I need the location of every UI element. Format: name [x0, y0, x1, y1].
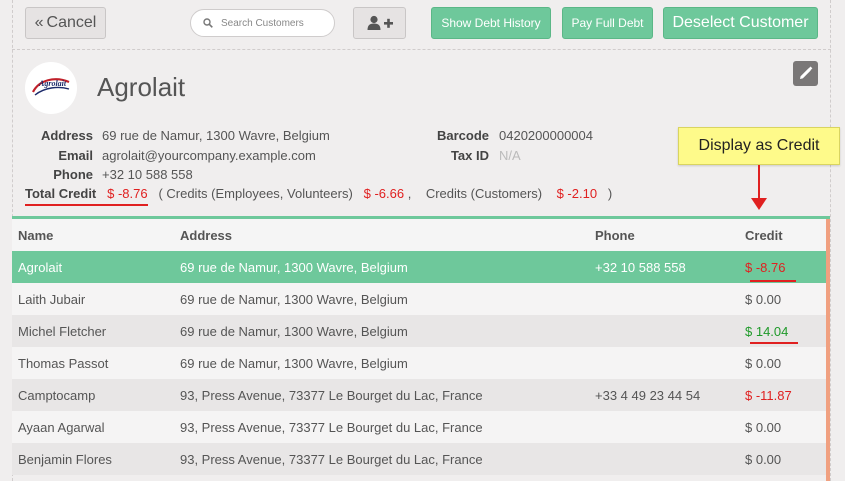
- credits-customers-value: $ -2.10: [556, 186, 598, 201]
- row-name: Laith Jubair: [18, 291, 86, 307]
- row-credit: $ 0.00: [745, 355, 782, 371]
- table-row[interactable]: Thomas Passot 69 rue de Namur, 1300 Wavr…: [12, 347, 826, 379]
- row-address: 69 rue de Namur, 1300 Wavre, Belgium: [180, 259, 408, 275]
- table-row[interactable]: Benjamin Flores 93, Press Avenue, 73377 …: [12, 443, 826, 475]
- phone-value: +32 10 588 558: [102, 167, 193, 182]
- table-row[interactable]: Laith Jubair 69 rue de Namur, 1300 Wavre…: [12, 283, 826, 315]
- row-address: 69 rue de Namur, 1300 Wavre, Belgium: [180, 291, 408, 307]
- toolbar: « Cancel Show Debt History Pay Full Debt…: [0, 0, 845, 48]
- row-credit: $ -11.87: [745, 387, 792, 403]
- search-input[interactable]: [221, 17, 331, 29]
- total-credit-underline: [25, 204, 148, 206]
- svg-text:Agrolait: Agrolait: [38, 79, 67, 88]
- row-address: 69 rue de Namur, 1300 Wavre, Belgium: [180, 323, 408, 339]
- total-credit-label: Total Credit: [25, 186, 97, 201]
- row-name: Michel Fletcher: [18, 323, 107, 339]
- add-user-icon: [367, 15, 393, 30]
- pencil-icon: [800, 66, 813, 79]
- email-value: agrolait@yourcompany.example.com: [102, 148, 316, 163]
- header-credit: Credit: [745, 227, 783, 243]
- row-address: 93, Press Avenue, 73377 Le Bourget du La…: [180, 387, 483, 403]
- row-name: Thomas Passot: [18, 355, 109, 371]
- credits-separator: ,: [407, 186, 412, 201]
- row-credit: $ 14.04: [745, 323, 789, 339]
- phone-label: Phone: [53, 167, 93, 182]
- search-icon: [203, 18, 213, 28]
- callout-arrow-head-icon: [751, 198, 767, 210]
- credits-employees-label: ( Credits (Employees, Volunteers): [158, 186, 353, 201]
- address-label: Address: [40, 128, 93, 143]
- credits-closing-paren: ): [607, 186, 613, 201]
- row-phone: +32 10 588 558: [595, 259, 686, 275]
- cancel-label: Cancel: [46, 14, 97, 31]
- customer-table: Name Address Phone Credit Agrolait 69 ru…: [12, 219, 826, 475]
- edit-customer-button[interactable]: [793, 61, 818, 86]
- header-phone: Phone: [595, 227, 635, 243]
- customer-name: Agrolait: [97, 72, 186, 102]
- row-credit: $ 0.00: [745, 451, 782, 467]
- row-address: 93, Press Avenue, 73377 Le Bourget du La…: [180, 451, 483, 467]
- table-row[interactable]: Michel Fletcher 69 rue de Namur, 1300 Wa…: [12, 315, 826, 347]
- add-customer-button[interactable]: [353, 7, 406, 39]
- table-header: Name Address Phone Credit: [12, 219, 826, 251]
- header-name: Name: [18, 227, 54, 243]
- row-address: 69 rue de Namur, 1300 Wavre, Belgium: [180, 355, 408, 371]
- row-name: Camptocamp: [18, 387, 96, 403]
- pay-full-debt-button[interactable]: Pay Full Debt: [562, 7, 653, 39]
- header-address: Address: [180, 227, 233, 243]
- email-label: Email: [58, 148, 93, 163]
- row-credit: $ -8.76: [745, 259, 786, 275]
- callout-arrow-line: [758, 165, 760, 201]
- taxid-label: Tax ID: [450, 148, 489, 163]
- credits-employees-value: $ -6.66: [363, 186, 405, 201]
- cancel-button[interactable]: « Cancel: [25, 7, 106, 39]
- row-name: Benjamin Flores: [18, 451, 112, 467]
- taxid-value: N/A: [499, 148, 521, 163]
- toolbar-divider: [12, 49, 831, 50]
- row-phone: +33 4 49 23 44 54: [595, 387, 701, 403]
- row-address: 93, Press Avenue, 73377 Le Bourget du La…: [180, 419, 483, 435]
- deselect-customer-button[interactable]: Deselect Customer: [663, 7, 818, 39]
- row-credit: $ 0.00: [745, 419, 782, 435]
- row-credit: $ 0.00: [745, 291, 782, 307]
- search-box[interactable]: [190, 9, 335, 37]
- table-right-border: [826, 219, 830, 481]
- barcode-label: Barcode: [436, 128, 489, 143]
- row-name: Ayaan Agarwal: [18, 419, 105, 435]
- row-name: Agrolait: [18, 259, 63, 275]
- total-credit-value: $ -8.76: [107, 186, 148, 201]
- total-credit-row: Total Credit $ -8.76 ( Credits (Employee…: [25, 186, 612, 201]
- address-value: 69 rue de Namur, 1300 Wavre, Belgium: [102, 128, 330, 143]
- credits-customers-label: Credits (Customers): [425, 186, 543, 201]
- table-row[interactable]: Ayaan Agarwal 93, Press Avenue, 73377 Le…: [12, 411, 826, 443]
- credit-underline-michel: [750, 342, 798, 344]
- table-row[interactable]: Camptocamp 93, Press Avenue, 73377 Le Bo…: [12, 379, 826, 411]
- credit-underline-agrolait: [750, 280, 796, 282]
- table-row[interactable]: Agrolait 69 rue de Namur, 1300 Wavre, Be…: [12, 251, 826, 283]
- barcode-value: 0420200000004: [499, 128, 593, 143]
- show-debt-history-button[interactable]: Show Debt History: [431, 7, 551, 39]
- customer-logo: Agrolait: [25, 62, 77, 114]
- double-chevron-left-icon: «: [34, 14, 44, 31]
- display-as-credit-callout: Display as Credit: [678, 127, 840, 165]
